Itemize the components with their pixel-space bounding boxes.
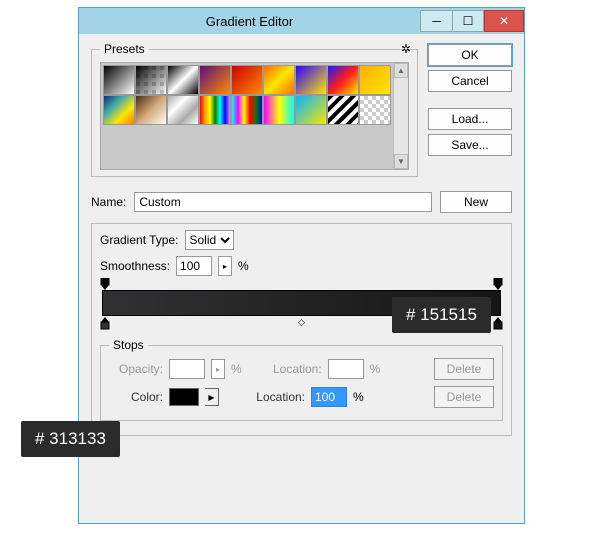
titlebar[interactable]: Gradient Editor ─ ☐ ✕ [79, 8, 524, 34]
preset-swatch[interactable] [263, 65, 295, 95]
name-row: Name: New [91, 191, 512, 213]
gradient-editor-window: Gradient Editor ─ ☐ ✕ Presets ✲ [78, 7, 525, 524]
preset-swatch[interactable] [231, 95, 263, 125]
presets-scrollbar[interactable]: ▲ ▼ [393, 63, 408, 169]
window-controls: ─ ☐ ✕ [420, 11, 524, 32]
close-button[interactable]: ✕ [484, 10, 524, 32]
preset-grid [101, 63, 393, 169]
smoothness-stepper[interactable]: ▸ [218, 256, 232, 276]
load-button[interactable]: Load... [428, 108, 512, 130]
dialog-content: Presets ✲ [79, 34, 524, 456]
location-input-1 [328, 359, 364, 379]
color-picker-button[interactable]: ▶ [205, 388, 219, 406]
preset-swatch[interactable] [231, 65, 263, 95]
preset-swatch[interactable] [295, 65, 327, 95]
preset-swatch[interactable] [103, 65, 135, 95]
cancel-button[interactable]: Cancel [428, 70, 512, 92]
percent-label: % [231, 362, 242, 376]
smoothness-label: Smoothness: [100, 259, 170, 273]
delete-color-button: Delete [434, 386, 494, 408]
percent-label: % [238, 259, 249, 273]
new-button[interactable]: New [440, 191, 512, 213]
preset-swatch[interactable] [327, 65, 359, 95]
location-input-2[interactable] [311, 387, 347, 407]
opacity-stepper: ▸ [211, 359, 225, 379]
window-title: Gradient Editor [79, 14, 420, 29]
name-input[interactable] [134, 192, 432, 212]
smoothness-input[interactable] [176, 256, 212, 276]
preset-swatch[interactable] [167, 95, 199, 125]
color-stop-left[interactable] [100, 317, 110, 329]
location-label-2: Location: [251, 390, 305, 404]
stops-fieldset: Stops Opacity: ▸ % Location: % Delete Co… [100, 338, 503, 421]
delete-opacity-button: Delete [434, 358, 494, 380]
opacity-stop-right[interactable] [493, 278, 503, 290]
preset-swatch[interactable] [327, 95, 359, 125]
tooltip-left-stop: # 313133 [21, 421, 120, 457]
color-swatch[interactable] [169, 388, 199, 406]
preset-swatch[interactable] [199, 95, 231, 125]
gradient-type-select[interactable]: Solid [185, 230, 234, 250]
preset-swatch[interactable] [263, 95, 295, 125]
presets-scroll: ▲ ▼ [100, 62, 409, 170]
percent-label: % [353, 390, 364, 404]
ok-button[interactable]: OK [428, 44, 512, 66]
midpoint-icon[interactable]: ◇ [298, 317, 305, 328]
preset-swatch[interactable] [359, 65, 391, 95]
scroll-down-icon[interactable]: ▼ [394, 154, 408, 169]
color-label: Color: [109, 390, 163, 404]
preset-swatch[interactable] [103, 95, 135, 125]
location-label-1: Location: [268, 362, 322, 376]
scroll-track[interactable] [394, 78, 408, 154]
presets-legend: Presets [100, 42, 149, 56]
minimize-button[interactable]: ─ [420, 10, 452, 32]
opacity-stop-left[interactable] [100, 278, 110, 290]
preset-swatch[interactable] [199, 65, 231, 95]
maximize-button[interactable]: ☐ [452, 10, 484, 32]
button-column: OK Cancel Load... Save... [428, 42, 512, 185]
stops-legend: Stops [109, 338, 148, 352]
gear-icon[interactable]: ✲ [401, 42, 411, 56]
opacity-label: Opacity: [109, 362, 163, 376]
name-label: Name: [91, 195, 126, 209]
scroll-up-icon[interactable]: ▲ [394, 63, 408, 78]
preset-swatch[interactable] [135, 65, 167, 95]
save-button[interactable]: Save... [428, 134, 512, 156]
color-stop-right[interactable] [493, 317, 503, 329]
gradient-type-label: Gradient Type: [100, 233, 179, 247]
presets-fieldset: Presets ✲ [91, 42, 418, 177]
opacity-input [169, 359, 205, 379]
percent-label: % [370, 362, 381, 376]
tooltip-right-stop: # 151515 [392, 297, 491, 333]
preset-swatch[interactable] [359, 95, 391, 125]
preset-swatch[interactable] [295, 95, 327, 125]
preset-swatch[interactable] [135, 95, 167, 125]
preset-swatch[interactable] [167, 65, 199, 95]
